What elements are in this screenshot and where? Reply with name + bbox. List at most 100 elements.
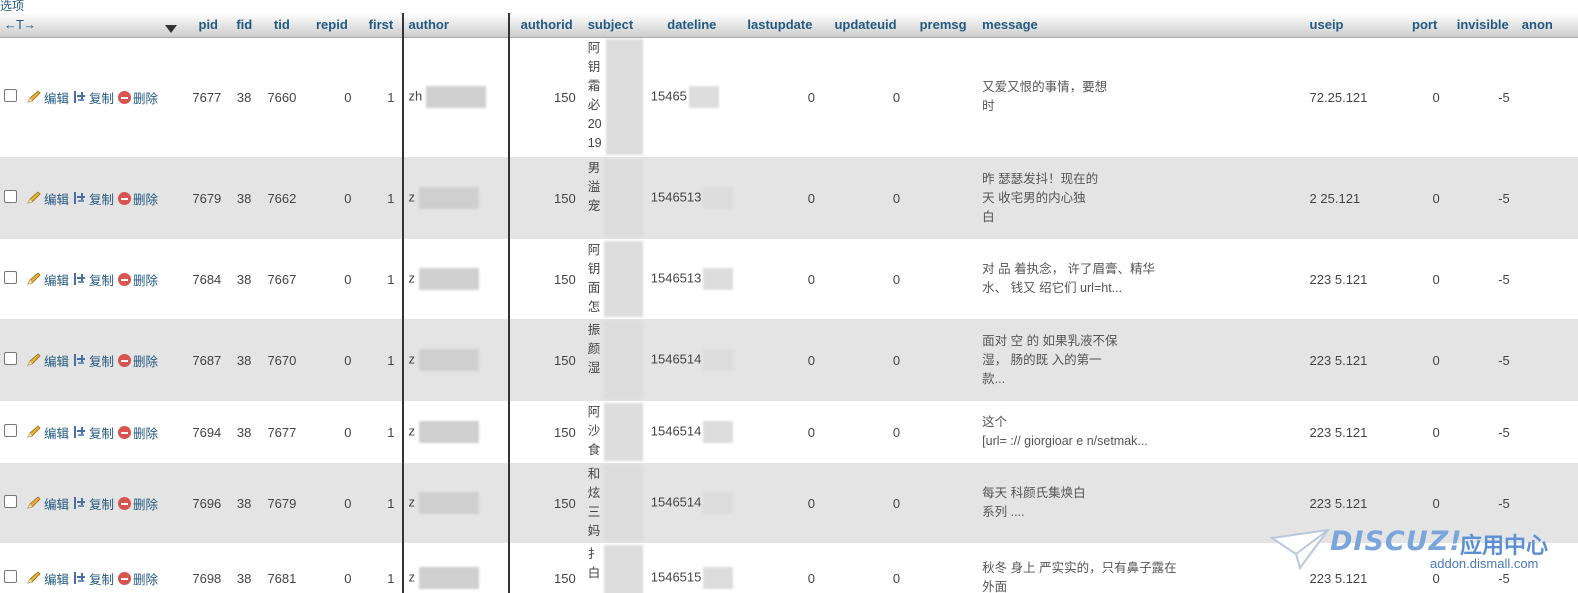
row-checkbox-cell[interactable] [0, 157, 23, 239]
edit-button[interactable]: 编辑 [26, 569, 69, 588]
delete-label: 删除 [133, 354, 159, 369]
cell-author: z [402, 239, 510, 319]
col-header-useip[interactable]: useip [1305, 13, 1402, 38]
cell-useip: 223 5.121 [1305, 319, 1402, 401]
col-header-anon[interactable]: anon [1517, 13, 1578, 38]
delete-button[interactable]: 删除 [118, 351, 158, 370]
row-checkbox[interactable] [4, 570, 17, 583]
cell-updateuid: 0 [822, 463, 909, 543]
delete-button[interactable]: 删除 [118, 88, 158, 107]
message-line: 昨 瑟瑟发抖！现在的 [982, 171, 1099, 186]
redacted-block [703, 349, 734, 371]
row-checkbox[interactable] [4, 89, 17, 103]
cell-port: 0 [1401, 157, 1448, 239]
row-checkbox[interactable] [4, 190, 17, 203]
col-header-message[interactable]: message [978, 13, 1306, 38]
copy-button[interactable]: 复制 [73, 88, 114, 107]
edit-button[interactable]: 编辑 [26, 88, 69, 107]
col-header-port[interactable]: port [1401, 13, 1448, 38]
table-header-row: ←T→ pid fid tid repid first author autho… [0, 13, 1578, 38]
cell-fid: 38 [229, 401, 260, 463]
edit-button[interactable]: 编辑 [26, 494, 69, 513]
cell-repid: 0 [304, 157, 360, 239]
delete-button[interactable]: 删除 [118, 494, 158, 513]
cell-author: z [402, 157, 510, 239]
message-line: 湿， 肠的既 入的第一 [982, 352, 1102, 367]
delete-button[interactable]: 删除 [118, 569, 158, 588]
edit-button[interactable]: 编辑 [26, 270, 69, 289]
redacted-block [418, 268, 479, 290]
cell-useip: 223 5.121 [1305, 239, 1402, 319]
subject-line: 湿 [587, 361, 601, 375]
col-header-lastupdate[interactable]: lastupdate [736, 13, 823, 38]
col-header-premsg[interactable]: premsg [908, 13, 979, 38]
cell-useip: 2 25.121 [1305, 157, 1402, 239]
column-nav-arrows[interactable]: ←T→ [4, 17, 36, 32]
row-checkbox[interactable] [4, 271, 17, 284]
cell-authorid: 150 [508, 157, 584, 239]
copy-label: 复制 [89, 354, 115, 369]
copy-button[interactable]: 复制 [73, 569, 114, 588]
row-checkbox-cell[interactable] [0, 239, 23, 319]
subject-line: 炫 [587, 486, 601, 500]
row-actions: 编辑 复制 删除 [22, 543, 188, 593]
subject-line: 怎 [587, 300, 601, 314]
cell-fid: 38 [229, 543, 260, 593]
options-link[interactable]: 选项 [0, 0, 24, 13]
row-checkbox-cell[interactable] [0, 463, 23, 543]
edit-button[interactable]: 编辑 [26, 423, 69, 442]
cell-anon [1517, 239, 1578, 319]
col-header-updateuid[interactable]: updateuid [822, 13, 909, 38]
redacted-block [604, 159, 643, 237]
author-text: zh [408, 88, 423, 104]
table-row: 编辑 复制 删除 7677 38 7660 0 1 zh 150 阿钥霜必 20 19 15465 0 0 又… [0, 37, 1578, 157]
col-header-first[interactable]: first [359, 13, 404, 38]
cell-dateline: 1546513 [646, 157, 737, 239]
row-checkbox[interactable] [4, 352, 17, 365]
copy-button[interactable]: 复制 [73, 423, 114, 442]
col-header-authorid[interactable]: authorid [508, 13, 584, 38]
cell-updateuid: 0 [822, 543, 909, 593]
cell-premsg [908, 239, 979, 319]
col-header-pid[interactable]: pid [187, 13, 230, 38]
copy-button[interactable]: 复制 [73, 494, 114, 513]
edit-button[interactable]: 编辑 [26, 189, 69, 208]
row-actions: 编辑 复制 删除 [22, 37, 188, 157]
col-header-subject[interactable]: subject [583, 13, 647, 38]
copy-button[interactable]: 复制 [73, 270, 114, 289]
table-row: 编辑 复制 删除 7687 38 7670 0 1 z 150 振颜湿 1546514 0 0 面对 空 … [0, 319, 1578, 401]
cell-invisible: -5 [1447, 401, 1518, 463]
cell-updateuid: 0 [822, 157, 909, 239]
copy-button[interactable]: 复制 [73, 351, 114, 370]
col-header-fid[interactable]: fid [229, 13, 260, 38]
edit-button[interactable]: 编辑 [26, 351, 69, 370]
cell-dateline: 1546514 [646, 401, 737, 463]
cell-port: 0 [1401, 239, 1448, 319]
cell-tid: 7670 [259, 319, 305, 401]
col-header-repid[interactable]: repid [304, 13, 360, 38]
message-line: 天 收宅男的内心独 [982, 190, 1086, 205]
row-checkbox-cell[interactable] [0, 319, 23, 401]
cell-fid: 38 [229, 239, 260, 319]
row-checkbox-cell[interactable] [0, 401, 23, 463]
delete-button[interactable]: 删除 [118, 423, 158, 442]
subject-line: 钥 [587, 60, 601, 75]
row-checkbox[interactable] [4, 495, 17, 508]
row-checkbox[interactable] [4, 424, 17, 437]
cell-anon [1517, 37, 1578, 157]
cell-message: 对 品 着执念， 许了眉膏、精华 水、 钱又 绍它们 url=ht... [978, 239, 1306, 319]
cell-pid: 7698 [187, 543, 230, 593]
col-header-dateline[interactable]: dateline [646, 13, 737, 38]
col-header-author[interactable]: author [402, 13, 510, 38]
row-checkbox-cell[interactable] [0, 543, 23, 593]
delete-button[interactable]: 删除 [118, 189, 158, 208]
delete-button[interactable]: 删除 [118, 270, 158, 289]
copy-button[interactable]: 复制 [73, 189, 114, 208]
header-nav[interactable]: ←T→ [0, 13, 188, 38]
edit-label: 编辑 [44, 572, 70, 587]
cell-tid: 7660 [259, 37, 305, 157]
col-header-tid[interactable]: tid [259, 13, 305, 38]
col-header-invisible[interactable]: invisible [1447, 13, 1518, 38]
row-checkbox-cell[interactable] [0, 37, 23, 157]
sort-dropdown-icon[interactable] [165, 24, 178, 33]
